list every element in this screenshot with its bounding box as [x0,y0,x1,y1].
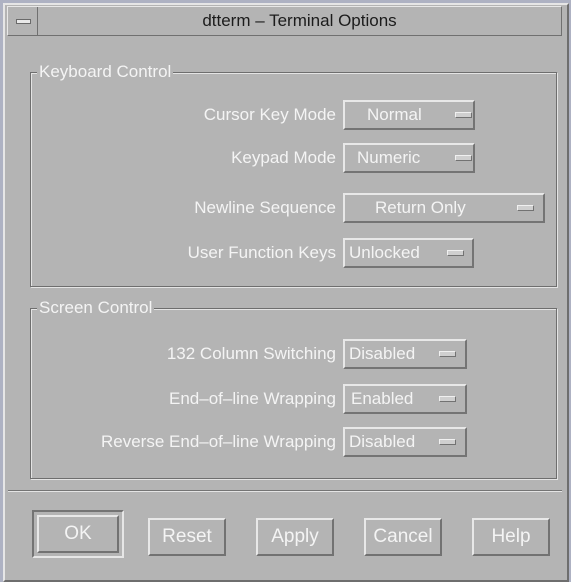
terminal-options-dialog: dtterm – Terminal Options Keyboard Contr… [0,0,571,582]
option-menu-indicator-icon [455,112,472,118]
option-menu-indicator-icon [439,351,456,357]
screen-control-legend: Screen Control [37,298,155,318]
newline-sequence-value: Return Only [375,198,466,217]
window-title: dtterm – Terminal Options [202,11,397,30]
cancel-button[interactable]: Cancel [364,518,442,556]
newline-sequence-label: Newline Sequence [194,198,336,217]
apply-button[interactable]: Apply [256,518,334,556]
cursor-key-mode-value: Normal [367,105,422,124]
window-menu-icon [16,19,31,24]
keypad-mode-value: Numeric [357,148,421,167]
newline-sequence-select[interactable]: Return Only [343,193,545,223]
reverse-eol-wrapping-select[interactable]: Disabled [343,427,467,457]
reset-button[interactable]: Reset [148,518,226,556]
eol-wrapping-label: End–of–line Wrapping [169,389,336,408]
reverse-eol-wrapping-label: Reverse End–of–line Wrapping [101,432,336,451]
cursor-key-mode-label: Cursor Key Mode [203,105,336,124]
help-button[interactable]: Help [472,518,550,556]
button-area-separator [8,490,562,492]
user-function-keys-select[interactable]: Unlocked [343,238,474,268]
keypad-mode-select[interactable]: Numeric [343,143,475,173]
column-switching-select[interactable]: Disabled [343,339,467,369]
cursor-key-mode-select[interactable]: Normal [343,100,475,130]
title-bar[interactable]: dtterm – Terminal Options [7,6,562,36]
window-menu-button[interactable] [8,7,38,35]
ok-button[interactable]: OK [37,515,119,553]
reverse-eol-wrapping-value: Disabled [349,432,416,451]
column-switching-value: Disabled [349,344,416,363]
option-menu-indicator-icon [439,396,456,402]
option-menu-indicator-icon [447,250,464,256]
keyboard-control-legend: Keyboard Control [37,62,174,82]
column-switching-label: 132 Column Switching [166,344,336,363]
option-menu-indicator-icon [439,439,456,445]
user-function-keys-value: Unlocked [349,243,420,262]
option-menu-indicator-icon [517,205,534,211]
user-function-keys-label: User Function Keys [187,243,336,262]
option-menu-indicator-icon [455,155,472,161]
eol-wrapping-value: Enabled [351,389,414,408]
keypad-mode-label: Keypad Mode [231,148,336,167]
eol-wrapping-select[interactable]: Enabled [343,384,467,414]
